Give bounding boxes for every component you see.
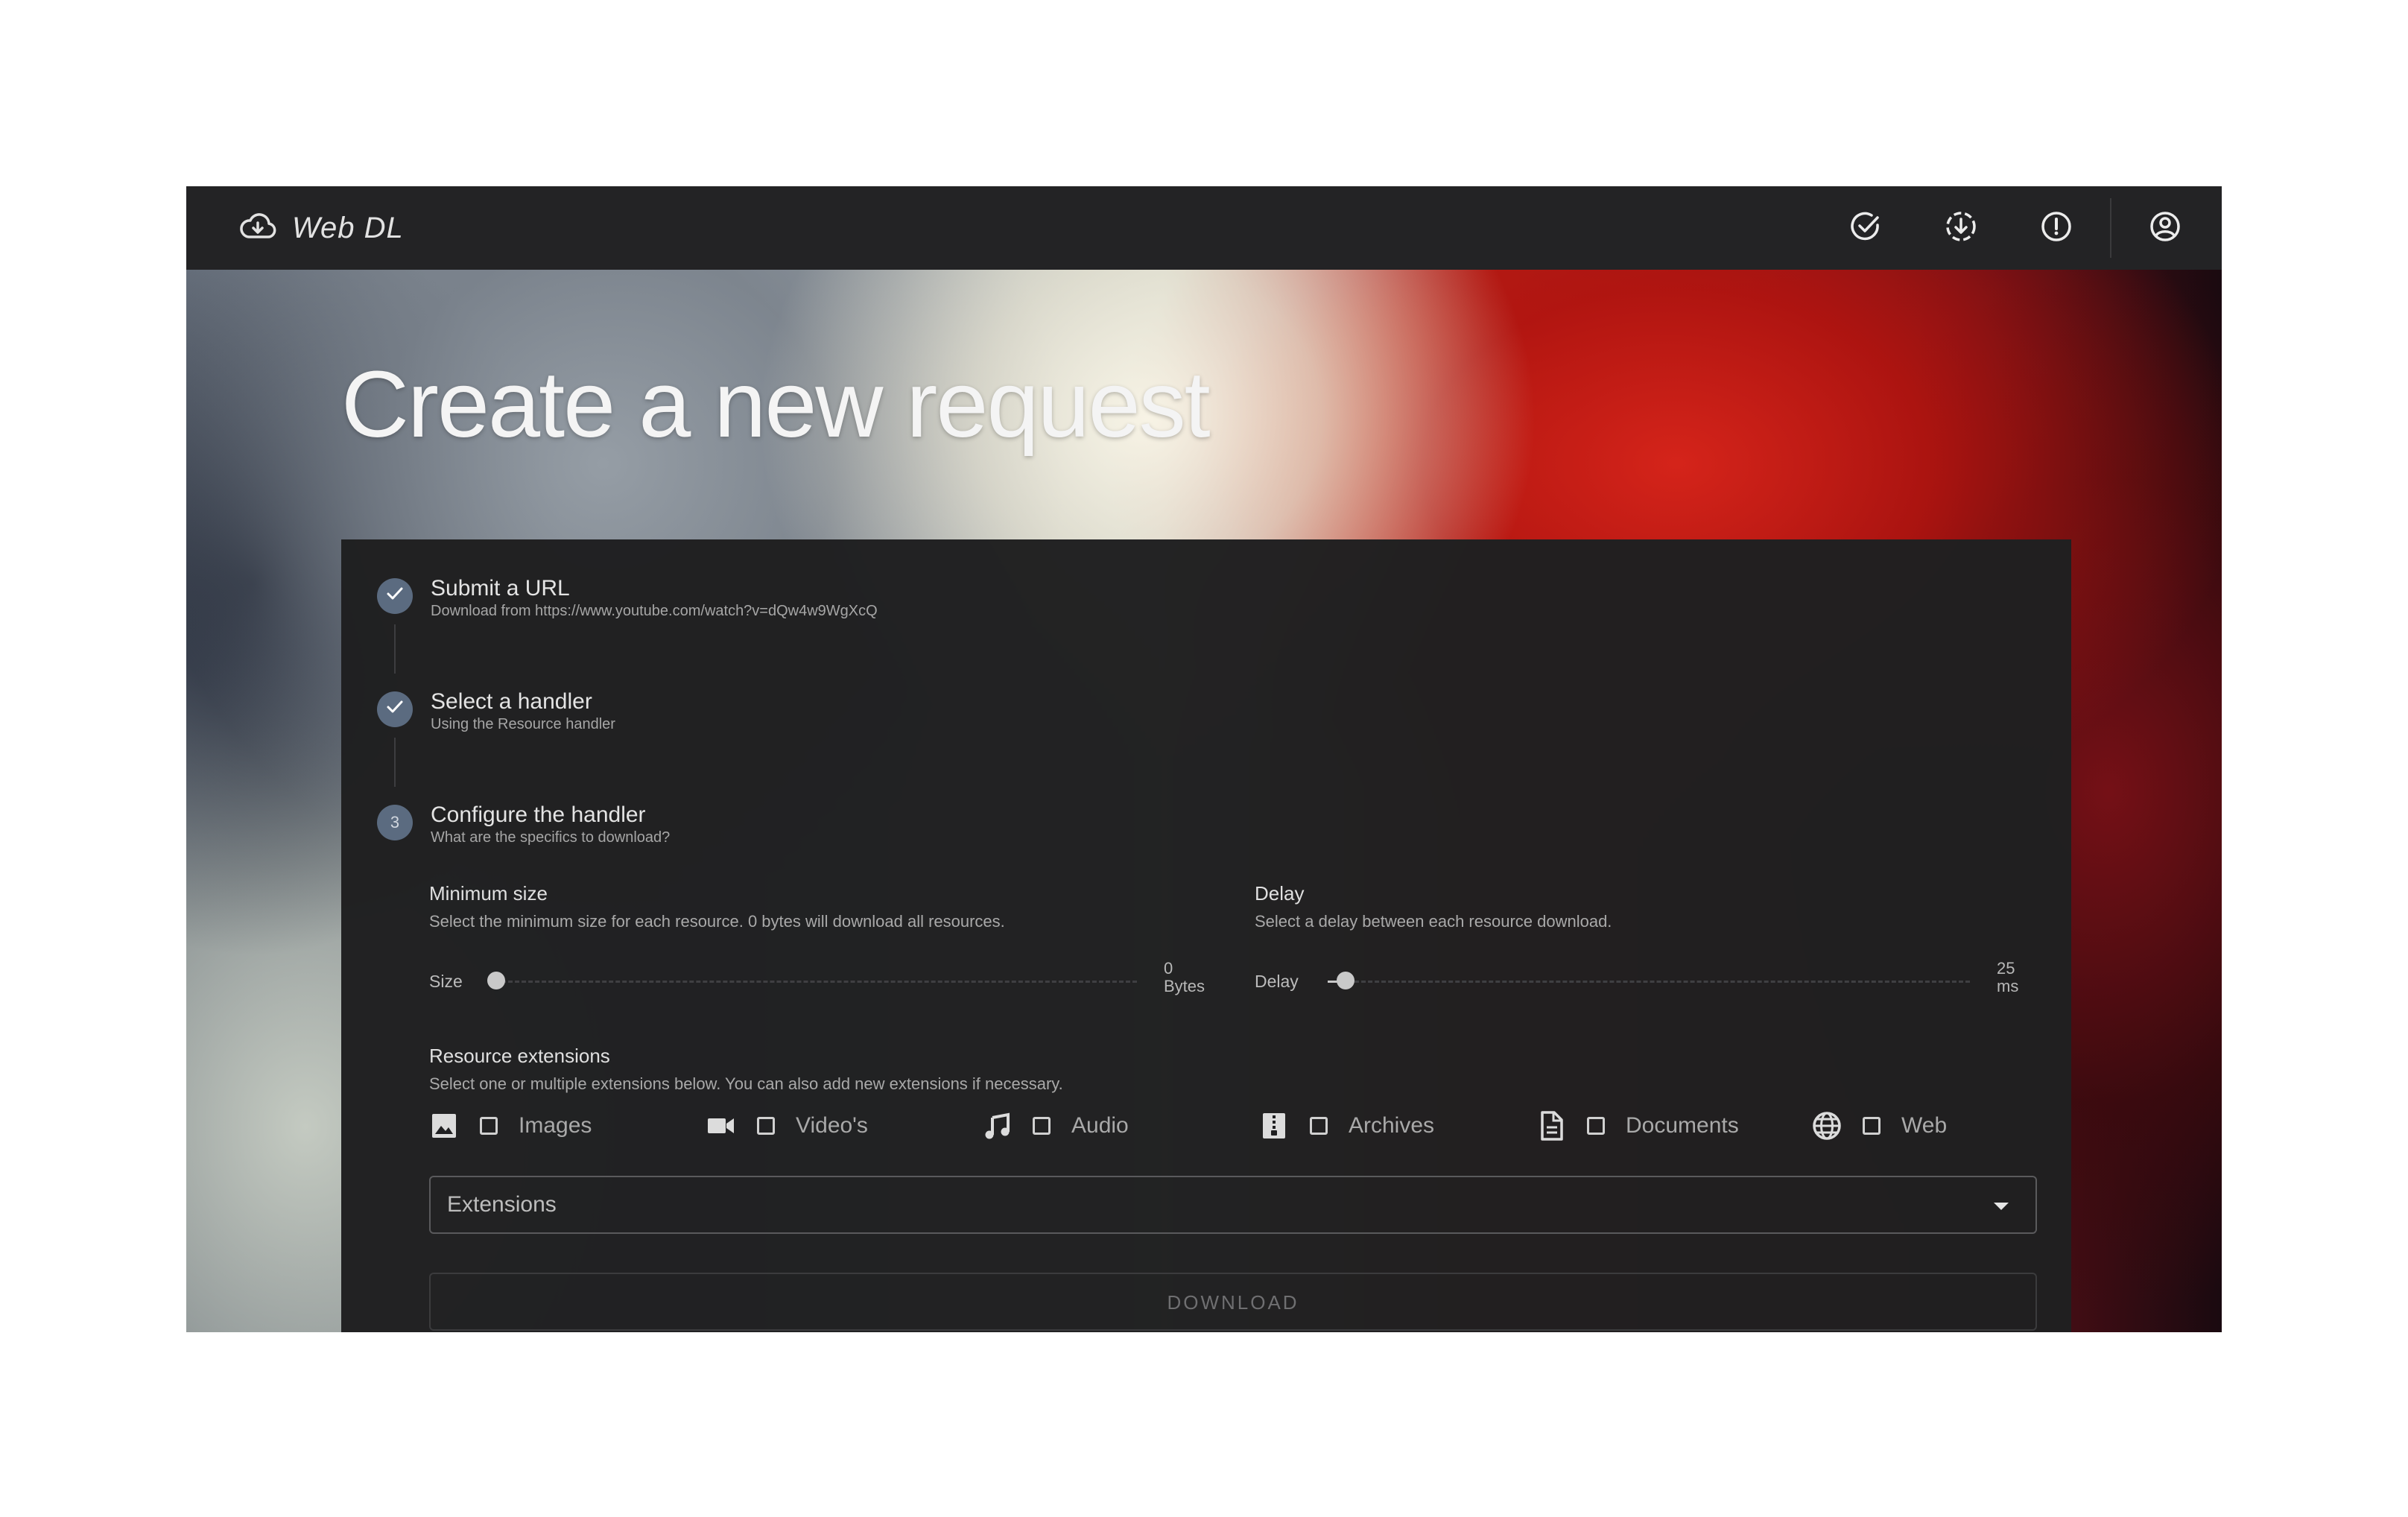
extension-label: Video's — [796, 1113, 868, 1138]
page-title: Create a new request — [341, 352, 1211, 457]
globe-icon — [1812, 1111, 1842, 1141]
check-circle-icon — [1849, 210, 1882, 247]
step-connector — [394, 624, 396, 674]
extension-label: Archives — [1349, 1113, 1435, 1138]
slider-thumb[interactable] — [487, 972, 505, 989]
active-downloads-button[interactable] — [1913, 186, 2009, 270]
extensions-select[interactable]: Extensions — [429, 1176, 2037, 1234]
slider-value: 25 ms — [1997, 960, 2018, 995]
slider-label: Size — [429, 972, 463, 991]
document-icon — [1536, 1111, 1566, 1141]
checkbox[interactable] — [1033, 1117, 1051, 1135]
alert-circle-icon — [2040, 210, 2073, 247]
extension-label: Documents — [1626, 1113, 1739, 1138]
step-complete-indicator — [377, 691, 413, 727]
step-number-indicator: 3 — [377, 805, 413, 840]
video-camera-icon — [706, 1111, 736, 1141]
extension-options: Images Video's Audio Archives Documents … — [429, 1107, 2053, 1144]
slider-track[interactable] — [495, 981, 1137, 983]
cloud-download-icon — [238, 212, 277, 245]
request-stepper-card: Submit a URL Download from https://www.y… — [341, 539, 2071, 1332]
download-circle-icon — [1945, 210, 1977, 247]
nav-divider — [2110, 198, 2111, 258]
slider-value-number: 0 — [1164, 959, 1173, 978]
app-window: Web DL Create a new request Submit a URL… — [186, 186, 2222, 1332]
extension-option-archives[interactable]: Archives — [1259, 1107, 1434, 1144]
slider-track[interactable] — [1328, 981, 1970, 983]
step-submit-url[interactable]: Submit a URL Download from https://www.y… — [377, 576, 878, 620]
dropdown-arrow-icon — [1994, 1203, 2009, 1210]
checkbox[interactable] — [480, 1117, 498, 1135]
extension-option-audio[interactable]: Audio — [982, 1107, 1129, 1144]
extension-label: Web — [1901, 1113, 1948, 1138]
slider-value: 0 Bytes — [1164, 960, 1205, 995]
account-button[interactable] — [2117, 186, 2213, 270]
step-subtitle: What are the specifics to download? — [431, 829, 671, 846]
delay-slider[interactable]: Delay 25 ms — [1255, 960, 2037, 1004]
step-title: Select a handler — [431, 689, 592, 714]
min-size-slider[interactable]: Size 0 Bytes — [429, 960, 1211, 1004]
nav-actions — [1818, 186, 2222, 270]
step-connector — [394, 738, 396, 787]
step-complete-indicator — [377, 578, 413, 614]
music-note-icon — [982, 1111, 1012, 1141]
step-configure-handler[interactable]: 3 Configure the handler What are the spe… — [377, 802, 671, 846]
slider-value-unit: ms — [1997, 977, 2019, 995]
check-icon — [385, 584, 405, 608]
delay-help: Select a delay between each resource dow… — [1255, 912, 1612, 931]
download-button[interactable]: DOWNLOAD — [429, 1273, 2037, 1331]
extension-option-images[interactable]: Images — [429, 1107, 592, 1144]
step-number: 3 — [390, 813, 400, 832]
slider-thumb[interactable] — [1336, 972, 1354, 989]
completed-requests-button[interactable] — [1818, 186, 1913, 270]
step-subtitle: Using the Resource handler — [431, 716, 615, 732]
checkbox[interactable] — [1587, 1117, 1605, 1135]
extension-option-web[interactable]: Web — [1812, 1107, 1947, 1144]
extension-label: Images — [519, 1113, 592, 1138]
extensions-label: Resource extensions — [429, 1045, 610, 1067]
image-icon — [429, 1111, 459, 1141]
delay-label: Delay — [1255, 882, 1305, 905]
checkbox[interactable] — [757, 1117, 775, 1135]
extension-label: Audio — [1071, 1113, 1129, 1138]
checkbox[interactable] — [1310, 1117, 1328, 1135]
slider-value-number: 25 — [1997, 959, 2015, 978]
select-placeholder: Extensions — [447, 1192, 557, 1217]
slider-label: Delay — [1255, 972, 1299, 991]
extensions-help: Select one or multiple extensions below.… — [429, 1074, 1063, 1093]
slider-value-unit: Bytes — [1164, 977, 1205, 995]
min-size-help: Select the minimum size for each resourc… — [429, 912, 1005, 931]
archive-zip-icon — [1259, 1111, 1289, 1141]
app-title: Web DL — [292, 211, 404, 244]
step-title: Submit a URL — [431, 576, 570, 601]
extension-option-documents[interactable]: Documents — [1536, 1107, 1739, 1144]
step-title: Configure the handler — [431, 802, 646, 827]
extension-option-videos[interactable]: Video's — [706, 1107, 868, 1144]
brand[interactable]: Web DL — [238, 212, 404, 245]
account-circle-icon — [2149, 210, 2182, 247]
min-size-label: Minimum size — [429, 882, 548, 905]
checkbox[interactable] — [1863, 1117, 1881, 1135]
top-navbar: Web DL — [186, 186, 2222, 270]
step-select-handler[interactable]: Select a handler Using the Resource hand… — [377, 689, 615, 733]
failed-requests-button[interactable] — [2009, 186, 2104, 270]
step-subtitle: Download from https://www.youtube.com/wa… — [431, 603, 878, 619]
check-icon — [385, 697, 405, 721]
